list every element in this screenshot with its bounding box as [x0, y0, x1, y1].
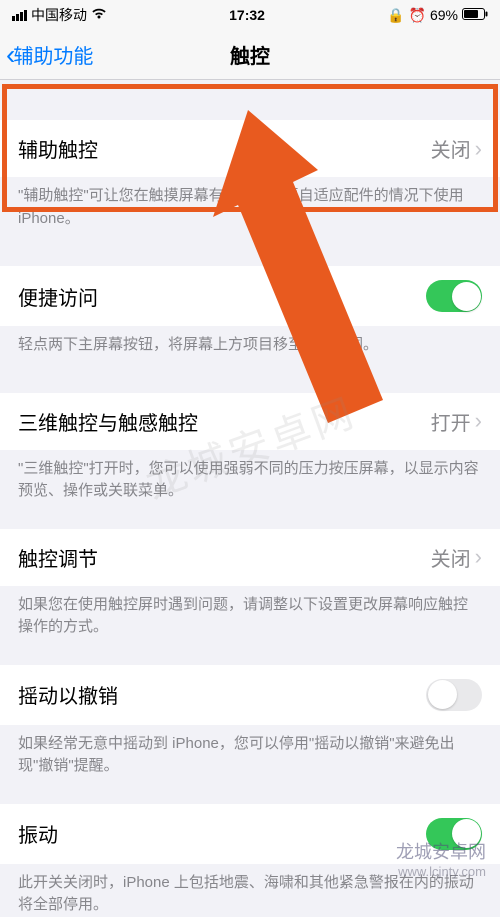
- wifi-icon: [91, 7, 107, 23]
- section-assistive-touch: 辅助触控 关闭 › "辅助触控"可让您在触摸屏幕有困难或需要自适应配件的情况下使…: [0, 120, 500, 230]
- section-reachability: 便捷访问 轻点两下主屏幕按钮，将屏幕上方项目移至可及范围。: [0, 266, 500, 357]
- back-label: 辅助功能: [13, 40, 93, 69]
- section-shake-undo: 摇动以撤销 如果经常无意中摇动到 iPhone，您可以停用"摇动以撤销"来避免出…: [0, 665, 500, 778]
- section-3d-touch: 三维触控与触感触控 打开 › "三维触控"打开时，您可以使用强弱不同的压力按压屏…: [0, 393, 500, 503]
- row-value: 关闭 ›: [431, 134, 482, 163]
- row-touch-accommodations[interactable]: 触控调节 关闭 ›: [0, 529, 500, 586]
- section-footer: "三维触控"打开时，您可以使用强弱不同的压力按压屏幕，以显示内容预览、操作或关联…: [0, 450, 500, 503]
- status-left: 中国移动: [12, 5, 107, 25]
- section-footer: 如果经常无意中摇动到 iPhone，您可以停用"摇动以撤销"来避免出现"撤销"提…: [0, 725, 500, 778]
- row-assistive-touch[interactable]: 辅助触控 关闭 ›: [0, 120, 500, 177]
- toggle-vibration[interactable]: [426, 818, 482, 850]
- battery-icon: [462, 7, 488, 23]
- toggle-reachability[interactable]: [426, 280, 482, 312]
- status-right: 🔒 ⏰ 69%: [387, 7, 488, 24]
- page-title: 触控: [230, 40, 270, 69]
- row-shake-undo[interactable]: 摇动以撤销: [0, 665, 500, 725]
- toggle-shake-undo[interactable]: [426, 679, 482, 711]
- row-label: 摇动以撤销: [18, 680, 118, 709]
- section-touch-accommodations: 触控调节 关闭 › 如果您在使用触控屏时遇到问题，请调整以下设置更改屏幕响应触控…: [0, 529, 500, 639]
- alarm-icon: ⏰: [409, 7, 426, 24]
- row-3d-touch[interactable]: 三维触控与触感触控 打开 ›: [0, 393, 500, 450]
- clock: 17:32: [229, 7, 265, 23]
- signal-icon: [12, 10, 27, 21]
- back-button[interactable]: ‹ 辅助功能: [0, 40, 93, 69]
- section-footer: 如果您在使用触控屏时遇到问题，请调整以下设置更改屏幕响应触控操作的方式。: [0, 586, 500, 639]
- carrier-label: 中国移动: [31, 5, 87, 25]
- row-reachability[interactable]: 便捷访问: [0, 266, 500, 326]
- row-value: 关闭 ›: [431, 543, 482, 572]
- lock-icon: 🔒: [387, 7, 404, 24]
- battery-label: 69%: [430, 7, 458, 23]
- row-label: 振动: [18, 819, 58, 848]
- chevron-right-icon: ›: [475, 544, 482, 570]
- status-bar: 中国移动 17:32 🔒 ⏰ 69%: [0, 0, 500, 30]
- section-footer: 此开关关闭时，iPhone 上包括地震、海啸和其他紧急警报在内的振动将全部停用。: [0, 864, 500, 917]
- section-vibration: 振动 此开关关闭时，iPhone 上包括地震、海啸和其他紧急警报在内的振动将全部…: [0, 804, 500, 917]
- nav-bar: ‹ 辅助功能 触控: [0, 30, 500, 80]
- row-label: 三维触控与触感触控: [18, 407, 198, 436]
- row-label: 辅助触控: [18, 134, 98, 163]
- chevron-right-icon: ›: [475, 408, 482, 434]
- row-vibration[interactable]: 振动: [0, 804, 500, 864]
- section-footer: 轻点两下主屏幕按钮，将屏幕上方项目移至可及范围。: [0, 326, 500, 357]
- section-footer: "辅助触控"可让您在触摸屏幕有困难或需要自适应配件的情况下使用 iPhone。: [0, 177, 500, 230]
- row-label: 便捷访问: [18, 282, 98, 311]
- row-value: 打开 ›: [431, 407, 482, 436]
- chevron-right-icon: ›: [475, 136, 482, 162]
- row-label: 触控调节: [18, 543, 98, 572]
